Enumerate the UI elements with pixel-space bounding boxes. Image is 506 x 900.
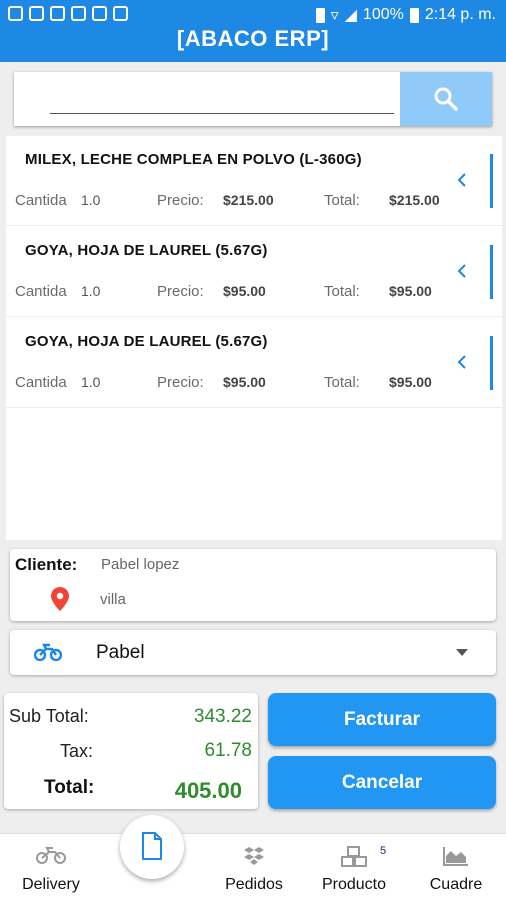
location-pin-icon: [51, 587, 69, 611]
item-name: GOYA, HOJA DE LAUREL (5.67G): [25, 242, 268, 259]
cubes-icon: [341, 846, 367, 867]
client-address: villa: [100, 591, 126, 608]
chevron-left-icon[interactable]: [455, 261, 469, 281]
qty-label: Cantida: [15, 192, 67, 209]
nav-delivery[interactable]: Delivery: [4, 834, 98, 900]
list-item[interactable]: GOYA, HOJA DE LAUREL (5.67G) Cantida 1.0…: [6, 227, 502, 317]
system-status: ▿ ◢ 100% 2:14 p. m.: [315, 5, 496, 25]
motorcycle-icon: [36, 847, 66, 864]
image-icon: [29, 6, 44, 21]
clipboard-icon: [113, 6, 128, 21]
total-label: Total:: [44, 777, 95, 798]
qty-value: 1.0: [81, 192, 101, 208]
nav-label: Delivery: [22, 876, 80, 893]
alarm-icon: [315, 7, 325, 23]
dropdown-arrow-icon: [456, 649, 468, 656]
tax-label: Tax:: [60, 741, 94, 761]
chevron-left-icon[interactable]: [455, 352, 469, 372]
client-name: Pabel lopez: [101, 556, 180, 573]
products-badge: 5: [380, 845, 387, 857]
app-title: [ABACO ERP]: [176, 26, 330, 51]
client-label: Cliente:: [15, 555, 78, 574]
product-list: MILEX, LECHE COMPLEA EN POLVO (L-360G) C…: [6, 136, 502, 540]
qty-label: Cantida: [15, 374, 67, 391]
invoice-button[interactable]: Facturar: [268, 693, 496, 746]
dropbox-icon: [244, 847, 264, 865]
clock: 2:14 p. m.: [424, 6, 496, 23]
list-item[interactable]: MILEX, LECHE COMPLEA EN POLVO (L-360G) C…: [6, 136, 502, 226]
wifi-icon: ▿: [330, 7, 339, 24]
cancel-button[interactable]: Cancelar: [268, 756, 496, 809]
total-value: $95.00: [389, 374, 432, 390]
battery-icon: [409, 7, 419, 23]
nav-label: Producto: [321, 876, 387, 893]
motorcycle-icon: [34, 643, 62, 661]
qty-label: Cantida: [15, 283, 67, 300]
driver-selected: Pabel: [96, 642, 145, 663]
client-card[interactable]: Cliente: Pabel lopez villa: [10, 549, 496, 621]
price-value: $215.00: [223, 192, 274, 208]
total-value: $215.00: [389, 192, 440, 208]
total-label: Total:: [324, 374, 360, 391]
search-icon: [434, 87, 458, 111]
nav-label: Pedidos: [225, 876, 283, 893]
price-value: $95.00: [223, 374, 266, 390]
nav-close[interactable]: Cuadre: [410, 834, 502, 900]
notification-icons: [8, 6, 128, 21]
totals-card: Sub Total: 343.22 Tax: 61.78 Total: 405.…: [4, 693, 258, 809]
volume-icon: [71, 6, 86, 21]
nav-orders[interactable]: Pedidos: [208, 834, 300, 900]
chevron-left-icon[interactable]: [455, 170, 469, 190]
item-name: GOYA, HOJA DE LAUREL (5.67G): [25, 333, 268, 350]
app-bar: [ABACO ERP]: [0, 26, 506, 62]
price-label: Precio:: [157, 283, 204, 300]
search-underline: [50, 113, 394, 114]
search-button[interactable]: [400, 72, 492, 126]
subtotal-value: 343.22: [193, 706, 252, 727]
price-label: Precio:: [157, 192, 204, 209]
driver-select[interactable]: Pabel: [10, 630, 496, 675]
qty-value: 1.0: [81, 374, 101, 390]
nav-label: Cuadre: [429, 876, 483, 893]
close-box-icon: [92, 6, 107, 21]
total-label: Total:: [324, 283, 360, 300]
battery-percent: 100%: [362, 6, 404, 23]
list-item[interactable]: GOYA, HOJA DE LAUREL (5.67G) Cantida 1.0…: [6, 318, 502, 408]
total-value: $95.00: [389, 283, 432, 299]
document-icon: [142, 832, 162, 860]
cast-icon: [50, 6, 65, 21]
swipe-indicator: [490, 245, 493, 299]
qty-value: 1.0: [81, 283, 101, 299]
nav-products[interactable]: Producto: [308, 834, 400, 900]
tax-value: 61.78: [204, 740, 252, 761]
item-name: MILEX, LECHE COMPLEA EN POLVO (L-360G): [25, 151, 362, 168]
price-label: Precio:: [157, 374, 204, 391]
link-icon: [8, 6, 23, 21]
price-value: $95.00: [223, 283, 266, 299]
new-document-button[interactable]: [120, 815, 184, 879]
signal-icon: ◢: [344, 7, 357, 24]
area-chart-icon: [443, 847, 468, 866]
search-bar: [14, 72, 492, 126]
bottom-nav: Delivery Pedidos Producto Cuadre: [0, 833, 506, 900]
swipe-indicator: [490, 154, 493, 208]
subtotal-label: Sub Total:: [9, 706, 89, 726]
swipe-indicator: [490, 336, 493, 390]
total-value: 405.00: [174, 778, 242, 803]
total-label: Total:: [324, 192, 360, 209]
search-input[interactable]: [50, 82, 394, 110]
